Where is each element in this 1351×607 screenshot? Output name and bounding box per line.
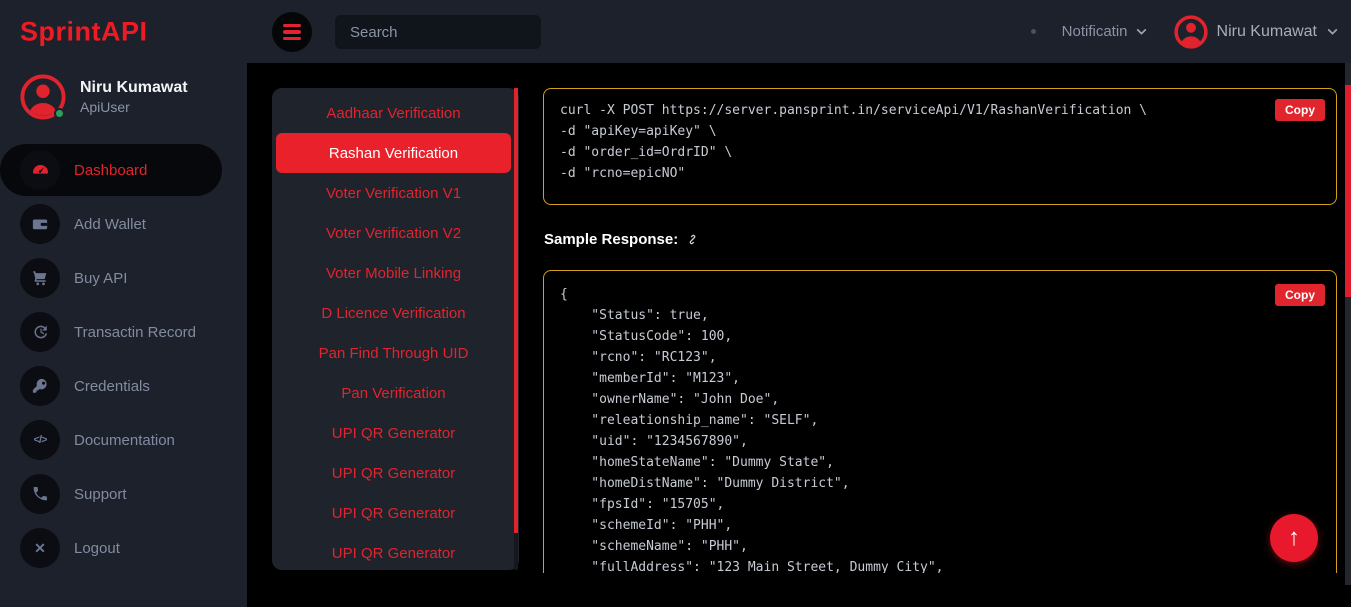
sidebar-item-dashboard[interactable]: Dashboard: [0, 143, 247, 197]
api-menu-item-voter-verification-v2[interactable]: Voter Verification V2: [278, 213, 509, 253]
topbar-user-name: Niru Kumawat: [1217, 23, 1317, 41]
sidebar-item-label: Support: [74, 486, 127, 503]
chevron-down-icon: [1135, 25, 1148, 38]
sidebar-item-label: Documentation: [74, 432, 175, 449]
profile-name: Niru Kumawat: [80, 78, 188, 98]
history-icon: [20, 312, 60, 352]
response-code-block: { "Status": true, "StatusCode": 100, "rc…: [543, 270, 1337, 573]
top-bar: SprintAPI Notificatin Niru Kumawat: [0, 0, 1351, 63]
online-status-dot: [54, 108, 65, 119]
response-code: { "Status": true, "StatusCode": 100, "rc…: [544, 271, 1336, 573]
sidebar-item-label: Transactin Record: [74, 324, 196, 341]
sidebar: Niru Kumawat ApiUser Dashboard Add Wallet…: [0, 63, 247, 607]
api-menu-item-upi-qr-generator[interactable]: UPI QR Generator: [278, 533, 509, 573]
notification-dot-icon: [1031, 29, 1036, 34]
chevron-down-icon: [1326, 25, 1339, 38]
search-input[interactable]: [335, 15, 541, 49]
api-menu-item-pan-find-through-uid[interactable]: Pan Find Through UID: [278, 333, 509, 373]
scroll-to-top-button[interactable]: ↑: [1270, 514, 1318, 562]
api-menu-item-upi-qr-generator[interactable]: UPI QR Generator: [278, 493, 509, 533]
sidebar-item-label: Buy API: [74, 270, 127, 287]
sidebar-item-label: Dashboard: [74, 162, 147, 179]
notification-label: Notificatin: [1062, 23, 1128, 40]
api-menu-item-upi-qr-generator[interactable]: UPI QR Generator: [278, 413, 509, 453]
sidebar-menu: Dashboard Add Wallet Buy API Transactin Rec…: [0, 143, 247, 575]
key-icon: [20, 366, 60, 406]
response-code-clip: { "Status": true, "StatusCode": 100, "rc…: [543, 270, 1337, 573]
profile-avatar-icon: [20, 74, 66, 120]
page-scrollbar-thumb[interactable]: [1345, 85, 1351, 297]
dashboard-icon: [20, 150, 60, 190]
page-scrollbar[interactable]: [1345, 63, 1351, 585]
api-menu-item-d-licence-verification[interactable]: D Licence Verification: [278, 293, 509, 333]
main-content: Aadhaar VerificationRashan VerificationV…: [247, 63, 1351, 607]
curl-code: curl -X POST https://server.pansprint.in…: [544, 89, 1336, 195]
link-icon: [685, 232, 700, 247]
brand-logo: SprintAPI: [20, 16, 148, 47]
sidebar-item-documentation[interactable]: </> Documentation: [0, 413, 247, 467]
hamburger-menu-button[interactable]: [272, 12, 312, 52]
hamburger-menu-icon: [283, 24, 301, 41]
profile-role: ApiUser: [80, 98, 188, 116]
arrow-up-icon: ↑: [1288, 526, 1300, 550]
code-icon: </>: [20, 420, 60, 460]
cart-icon: [20, 258, 60, 298]
api-menu-panel: Aadhaar VerificationRashan VerificationV…: [272, 88, 519, 570]
copy-request-button[interactable]: Copy: [1275, 99, 1325, 121]
sidebar-item-label: Logout: [74, 540, 120, 557]
sidebar-item-credentials[interactable]: Credentials: [0, 359, 247, 413]
phone-icon: [20, 474, 60, 514]
sidebar-item-label: Add Wallet: [74, 216, 146, 233]
sidebar-item-label: Credentials: [74, 378, 150, 395]
sidebar-item-add-wallet[interactable]: Add Wallet: [0, 197, 247, 251]
api-menu-item-voter-mobile-linking[interactable]: Voter Mobile Linking: [278, 253, 509, 293]
profile-card: Niru Kumawat ApiUser: [20, 74, 188, 120]
user-avatar-icon: [1174, 15, 1208, 49]
api-menu-item-pan-verification[interactable]: Pan Verification: [278, 373, 509, 413]
wallet-icon: [20, 204, 60, 244]
api-menu-item-upi-qr-generator[interactable]: UPI QR Generator: [278, 453, 509, 493]
copy-response-button[interactable]: Copy: [1275, 284, 1325, 306]
sidebar-item-logout[interactable]: ✕ Logout: [0, 521, 247, 575]
api-menu-scrollbar[interactable]: [514, 88, 518, 570]
close-icon: ✕: [20, 528, 60, 568]
sample-response-heading: Sample Response:: [544, 231, 700, 248]
request-code-block: curl -X POST https://server.pansprint.in…: [543, 88, 1337, 205]
api-menu-item-voter-verification-v1[interactable]: Voter Verification V1: [278, 173, 509, 213]
user-menu-dropdown[interactable]: Niru Kumawat: [1174, 15, 1339, 49]
api-menu-item-rashan-verification[interactable]: Rashan Verification: [276, 133, 511, 173]
sidebar-item-transactin-record[interactable]: Transactin Record: [0, 305, 247, 359]
api-menu-item-aadhaar-verification[interactable]: Aadhaar Verification: [278, 93, 509, 133]
notification-dropdown[interactable]: Notificatin: [1062, 23, 1148, 40]
sidebar-item-buy-api[interactable]: Buy API: [0, 251, 247, 305]
sidebar-item-support[interactable]: Support: [0, 467, 247, 521]
